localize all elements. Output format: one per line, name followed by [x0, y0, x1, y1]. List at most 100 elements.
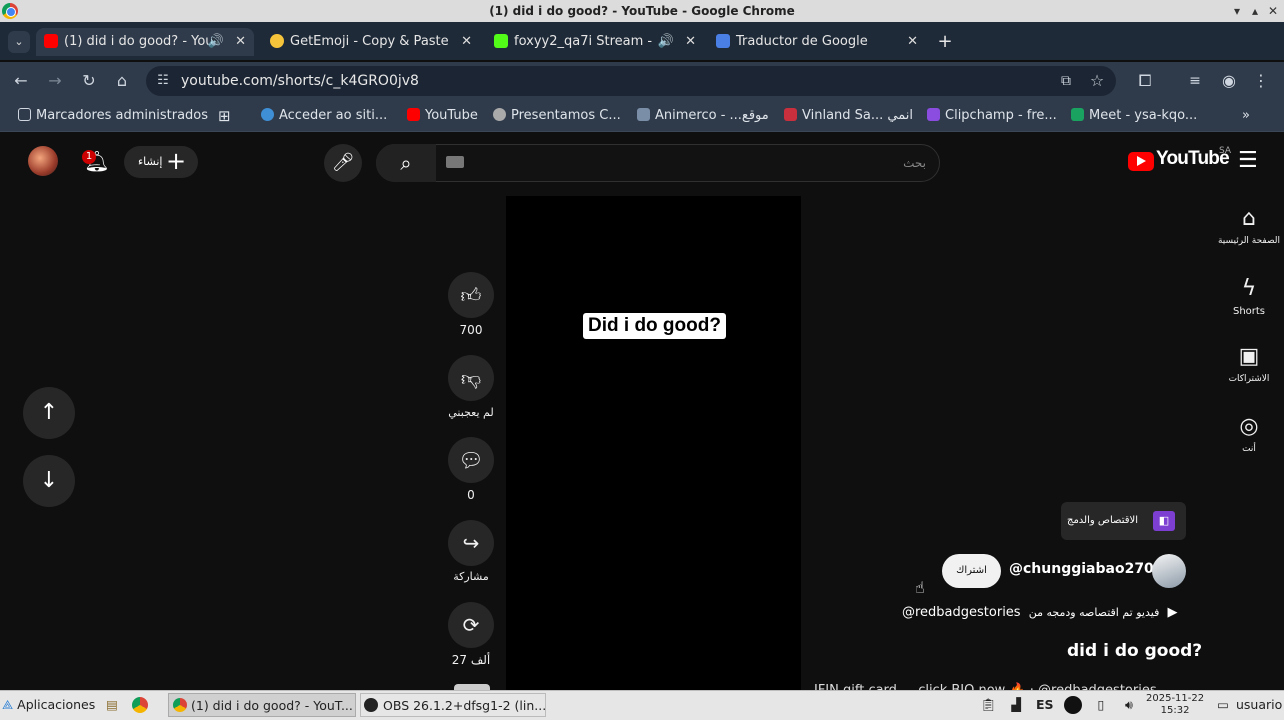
previous-short-icon[interactable]: ↑ — [23, 387, 75, 439]
guide-menu-icon[interactable]: ☰ — [1238, 148, 1258, 174]
youtube-logo-text: YouTube — [1156, 148, 1230, 169]
clock[interactable]: 2025-11-22 15:32 — [1146, 693, 1204, 717]
close-window-icon[interactable]: ✕ — [1264, 0, 1282, 22]
bookmark-youtube[interactable]: YouTube — [407, 100, 478, 132]
sidebar-item-subscriptions[interactable]: ▣ الاشتراكات — [1214, 344, 1284, 384]
tab-getemoji[interactable]: GetEmoji - Copy & Paste ✕ — [262, 28, 480, 56]
extensions-icon[interactable]: ⧠ — [1130, 62, 1160, 100]
short-video-player[interactable] — [506, 196, 801, 690]
short-description: IFIN gift card — click BIO now 🔥 · @redb… — [814, 680, 1186, 690]
bookmark-meet[interactable]: Meet - ysa-kqo... — [1071, 100, 1197, 132]
create-button[interactable]: إنشاء + — [124, 146, 198, 178]
bookmark-star-icon[interactable]: ☆ — [1082, 62, 1112, 100]
vinland-icon — [784, 108, 797, 121]
taskbar-window-chrome[interactable]: (1) did i do good? - YouT... — [168, 693, 356, 717]
window-title: (1) did i do good? - YouTube - Google Ch… — [489, 4, 795, 18]
chrome-logo-icon — [2, 3, 18, 19]
remix-icon[interactable]: ⟳ — [448, 602, 494, 648]
taskbar-window-obs[interactable]: OBS 26.1.2+dfsg1-2 (lin... — [360, 693, 546, 717]
url-text[interactable]: youtube.com/shorts/c_k4GRO0jv8 — [181, 66, 419, 96]
maximize-icon[interactable]: ▴ — [1246, 0, 1264, 22]
back-icon[interactable]: ← — [6, 62, 36, 100]
tab-label: Traductor de Google — [736, 34, 868, 49]
tab-close-icon[interactable]: ✕ — [907, 28, 918, 56]
chrome-launcher-icon[interactable] — [132, 697, 148, 713]
apps-menu-icon: ⟁ — [2, 697, 14, 712]
install-app-icon[interactable]: ⧉ — [1051, 62, 1081, 100]
tab-close-icon[interactable]: ✕ — [685, 28, 696, 56]
share-icon[interactable]: ↪ — [448, 520, 494, 566]
clipboard-icon[interactable]: 📋︎ — [980, 693, 996, 717]
keyboard-layout[interactable]: ES — [1036, 693, 1054, 717]
next-short-icon[interactable]: ↓ — [23, 455, 75, 507]
sidebar-item-home[interactable]: ⌂ الصفحة الرئيسية — [1214, 206, 1284, 246]
apps-grid-icon[interactable]: ⊞ — [218, 100, 231, 132]
sidebar-item-you[interactable]: ◎ أنت — [1214, 414, 1284, 454]
reload-icon[interactable]: ↻ — [74, 62, 104, 100]
new-tab-icon[interactable]: + — [934, 28, 956, 56]
keyboard-icon[interactable] — [446, 156, 464, 168]
bookmark-managed[interactable]: Marcadores administrados — [18, 100, 208, 132]
kick-icon — [494, 33, 508, 48]
site-info-icon[interactable]: ☷ — [148, 62, 178, 100]
short-title: did i do good? — [1067, 641, 1203, 661]
audio-icon[interactable]: 🔊 — [208, 28, 224, 56]
meet-icon — [1071, 108, 1084, 121]
file-manager-icon[interactable]: ▤ — [104, 693, 120, 717]
avatar[interactable] — [28, 146, 58, 176]
applications-menu[interactable]: ⟁ Aplicaciones — [2, 693, 95, 717]
emoji-icon — [270, 33, 284, 48]
obs-tray-icon[interactable] — [1064, 696, 1082, 714]
bookmark-animerco[interactable]: Animerco - ...موقع — [637, 100, 769, 132]
more-bookmarks-icon[interactable]: » — [1242, 100, 1250, 132]
user-menu[interactable]: usuario — [1236, 693, 1282, 717]
bookmark-acceder[interactable]: Acceder ao siti... — [261, 100, 387, 132]
menu-icon[interactable]: ⋮ — [1246, 62, 1276, 100]
bookmark-presentamos[interactable]: Presentamos C... — [493, 100, 621, 132]
forward-icon[interactable]: → — [40, 62, 70, 100]
share-label: مشاركة — [453, 570, 489, 583]
tab-close-icon[interactable]: ✕ — [235, 28, 246, 56]
bookmark-label: Vinland Sa... انمي — [802, 108, 914, 123]
tab-youtube[interactable]: (1) did i do good? - You 🔊 ✕ — [36, 28, 254, 56]
audio-icon[interactable]: 🔊 — [658, 28, 674, 56]
home-icon[interactable]: ⌂ — [107, 62, 137, 100]
tab-close-icon[interactable]: ✕ — [461, 28, 472, 56]
shorts-icon: ϟ — [1241, 276, 1257, 301]
bookmark-label: Marcadores administrados — [36, 108, 209, 123]
tab-translate[interactable]: Traductor de Google ✕ — [708, 28, 926, 56]
tab-label: GetEmoji - Copy & Paste — [290, 34, 449, 49]
profile-icon[interactable]: ◉ — [1214, 62, 1244, 100]
tab-kick[interactable]: foxyy2_qa7i Stream - 🔊 ✕ — [486, 28, 704, 56]
remix-source-prefix: فيديو تم اقتصاصه ودمجه من — [1028, 606, 1160, 619]
notification-badge: 1 — [82, 150, 96, 164]
remix-source-line[interactable]: @redbadgestories فيديو تم اقتصاصه ودمجه … — [902, 605, 1177, 620]
cloud-icon — [261, 108, 274, 121]
search-icon[interactable]: ⌕ — [376, 144, 436, 182]
channel-handle[interactable]: @chunggiabao2706 — [1009, 561, 1164, 577]
bookmark-clipchamp[interactable]: Clipchamp - fre... — [927, 100, 1057, 132]
dislike-icon[interactable]: 👎︎ — [448, 355, 494, 401]
like-icon[interactable]: 👍︎ — [448, 272, 494, 318]
tab-search-button[interactable]: ⌄ — [8, 31, 30, 53]
battery-icon[interactable]: ▯ — [1094, 693, 1108, 717]
voice-search-icon[interactable]: 🎤︎ — [324, 144, 362, 182]
comments-icon[interactable]: 💬︎ — [448, 437, 494, 483]
media-control-icon[interactable]: ≡ — [1180, 62, 1210, 100]
taskbar-window-label: (1) did i do good? - YouT... — [191, 698, 353, 713]
subscribe-button[interactable]: اشتراك — [942, 554, 1001, 588]
network-signal-icon[interactable]: ▟ — [1008, 693, 1024, 717]
volume-icon[interactable]: 🔊︎ — [1120, 693, 1138, 717]
bookmark-vinland[interactable]: Vinland Sa... انمي — [784, 100, 913, 132]
youtube-icon — [44, 33, 58, 48]
bookmark-label: Presentamos C... — [511, 108, 621, 123]
minimize-icon[interactable]: ▾ — [1228, 0, 1246, 22]
like-count: 700 — [459, 323, 483, 337]
applications-label: Aplicaciones — [17, 697, 96, 712]
chrome-icon — [173, 698, 187, 712]
remix-chip[interactable]: الاقتصاص والدمج ◧ — [1061, 502, 1186, 540]
sidebar-item-shorts[interactable]: ϟ Shorts — [1214, 276, 1284, 317]
remix-source-channel[interactable]: @redbadgestories — [902, 605, 1021, 620]
channel-avatar[interactable] — [1152, 554, 1186, 588]
sidebar-item-label: الاشتراكات — [1228, 374, 1270, 384]
